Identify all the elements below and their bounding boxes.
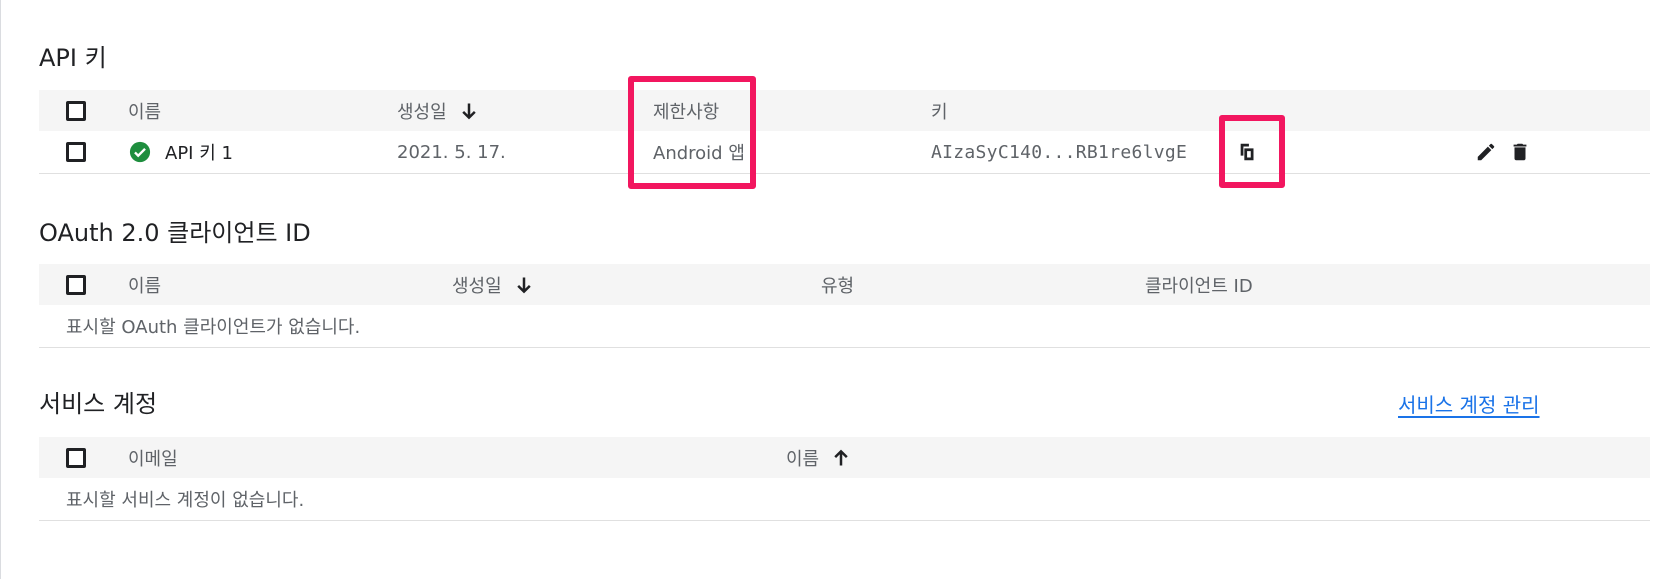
column-header-created[interactable]: 생성일 [452,264,534,306]
arrow-down-icon [459,101,479,121]
table-row[interactable]: API 키 1 2021. 5. 17. Android 앱 AIzaSyC14… [39,131,1650,174]
column-header-client-id[interactable]: 클라이언트 ID [1145,264,1253,306]
column-header-name-label: 이름 [786,449,820,470]
manage-service-accounts-link[interactable]: 서비스 계정 관리 [1398,389,1540,418]
column-header-key[interactable]: 키 [931,90,948,132]
check-circle-icon [129,131,151,173]
page-left-border [0,0,1,579]
column-header-type[interactable]: 유형 [821,264,854,306]
edit-icon[interactable] [1475,131,1497,173]
service-accounts-empty-message: 표시할 서비스 계정이 없습니다. [66,490,305,511]
oauth-empty-message: 표시할 OAuth 클라이언트가 없습니다. [66,317,361,338]
select-all-checkbox[interactable] [66,437,86,479]
column-header-name[interactable]: 이름 [786,437,851,479]
select-all-checkbox[interactable] [66,264,86,306]
delete-icon[interactable] [1509,131,1531,173]
copy-icon[interactable] [1237,131,1259,173]
api-key-value: AIzaSyC140...RB1re6lvgE [931,141,1188,163]
service-accounts-title: 서비스 계정 [39,390,158,418]
api-keys-table-header: 이름 생성일 제한사항 키 [39,90,1650,133]
row-checkbox[interactable] [66,131,86,173]
oauth-table-header: 이름 생성일 유형 클라이언트 ID [39,264,1650,307]
column-header-restrictions[interactable]: 제한사항 [653,90,719,132]
column-header-created-label: 생성일 [452,276,502,297]
empty-row: 표시할 서비스 계정이 없습니다. [39,478,1650,521]
oauth-title: OAuth 2.0 클라이언트 ID [39,219,311,247]
api-key-name-link[interactable]: API 키 1 [165,131,233,173]
column-header-email[interactable]: 이메일 [128,437,178,479]
empty-row: 표시할 OAuth 클라이언트가 없습니다. [39,305,1650,348]
select-all-checkbox[interactable] [66,90,86,132]
column-header-created[interactable]: 생성일 [397,90,479,132]
api-key-restrictions: Android 앱 [653,143,745,164]
api-key-created: 2021. 5. 17. [397,141,506,163]
arrow-down-icon [514,275,534,295]
api-keys-title: API 키 [39,44,107,72]
column-header-name[interactable]: 이름 [128,264,161,306]
column-header-created-label: 생성일 [397,102,447,123]
column-header-name[interactable]: 이름 [128,90,161,132]
service-accounts-table-header: 이메일 이름 [39,437,1650,480]
arrow-up-icon [831,448,851,468]
